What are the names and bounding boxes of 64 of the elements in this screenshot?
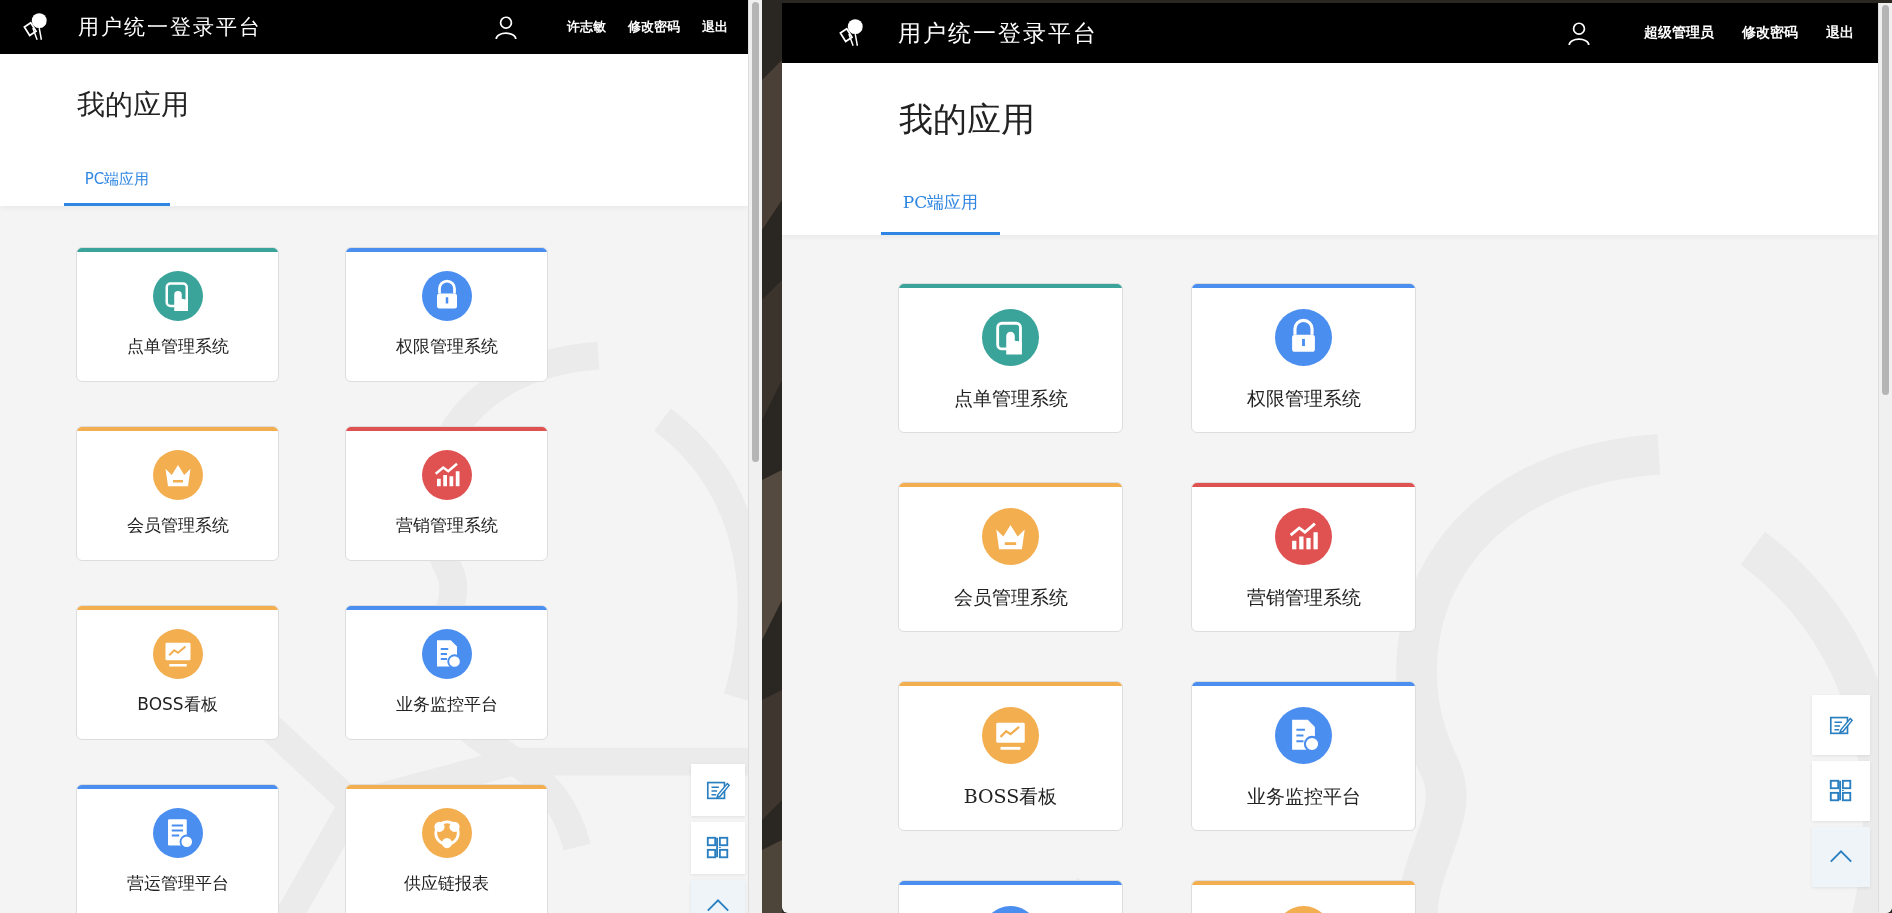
app-name: 业务监控平台	[395, 693, 498, 716]
header-link[interactable]: 退出	[702, 18, 728, 36]
bar-chart-icon	[421, 450, 472, 500]
app-card[interactable]: 权限管理系统	[1191, 283, 1416, 433]
app-name: BOSS看板	[963, 784, 1058, 809]
feedback-button[interactable]	[1812, 695, 1870, 755]
platform-title: 用户统一登录平台	[898, 18, 1098, 48]
lock-icon	[421, 271, 472, 321]
app-card[interactable]: 业务监控平台	[1191, 681, 1416, 831]
tab[interactable]: PC端应用	[881, 169, 1000, 235]
page-title: 我的应用	[898, 98, 1036, 141]
header-link[interactable]: 修改密码	[628, 18, 680, 36]
touch-icon	[982, 309, 1039, 366]
user-name[interactable]: 超级管理员	[1644, 24, 1714, 42]
app-card[interactable]: BOSS看板	[898, 681, 1123, 831]
scrollbar[interactable]	[748, 0, 762, 913]
app-card[interactable]: 会员管理系统	[76, 426, 279, 561]
app-card[interactable]: 会员管理系统	[898, 482, 1123, 632]
app-card[interactable]: 点单管理系统	[898, 283, 1123, 433]
qr-code-icon	[705, 835, 731, 861]
monitor-icon	[982, 707, 1039, 764]
app-name: 点单管理系统	[953, 386, 1068, 411]
user-icon[interactable]	[1566, 20, 1592, 46]
user-name[interactable]: 许志敏	[567, 18, 606, 36]
qr-code-icon	[1828, 778, 1854, 804]
app-card[interactable]: 营运管理平台	[76, 784, 279, 913]
page-title: 我的应用	[76, 87, 190, 123]
app-name: 权限管理系统	[1246, 386, 1361, 411]
app-name: 营销管理系统	[395, 514, 498, 537]
app-card[interactable]: 营销管理系统	[1191, 482, 1416, 632]
app-name: 会员管理系统	[126, 514, 229, 537]
tab[interactable]: PC端应用	[64, 150, 170, 206]
app-name: 会员管理系统	[953, 585, 1068, 610]
app-card[interactable]: 权限管理系统	[345, 247, 548, 382]
document-icon	[421, 629, 472, 679]
app-name: 营运管理平台	[126, 872, 229, 895]
app-name: BOSS看板	[137, 693, 218, 716]
crown-icon	[152, 450, 203, 500]
app-name: 权限管理系统	[395, 335, 498, 358]
app-name: 供应链报表	[404, 872, 489, 895]
lock-icon	[1275, 309, 1332, 366]
touch-icon	[152, 271, 203, 321]
app-card[interactable]: 点单管理系统	[76, 247, 279, 382]
app-name: 点单管理系统	[126, 335, 229, 358]
platform-title: 用户统一登录平台	[78, 14, 262, 41]
qr-code-button[interactable]	[1812, 761, 1870, 821]
app-card[interactable]: 营销管理系统	[345, 426, 548, 561]
app-name: 营销管理系统	[1246, 585, 1361, 610]
header-link[interactable]: 修改密码	[1742, 24, 1798, 42]
monitor-icon	[152, 629, 203, 679]
crown-icon	[982, 508, 1039, 565]
app-card[interactable]: 业务监控平台	[345, 605, 548, 740]
list-icon	[152, 808, 203, 858]
app-card[interactable]: 供应链报表	[345, 784, 548, 913]
qr-code-button[interactable]	[691, 822, 745, 874]
share-icon	[421, 808, 472, 858]
app-card[interactable]: BOSS看板	[76, 605, 279, 740]
bar-chart-icon	[1275, 508, 1332, 565]
header-link[interactable]: 退出	[1826, 24, 1854, 42]
user-icon[interactable]	[493, 14, 519, 40]
app-name: 业务监控平台	[1246, 784, 1361, 809]
scrollbar[interactable]	[1878, 3, 1892, 913]
document-icon	[1275, 707, 1332, 764]
feedback-button[interactable]	[691, 764, 745, 816]
